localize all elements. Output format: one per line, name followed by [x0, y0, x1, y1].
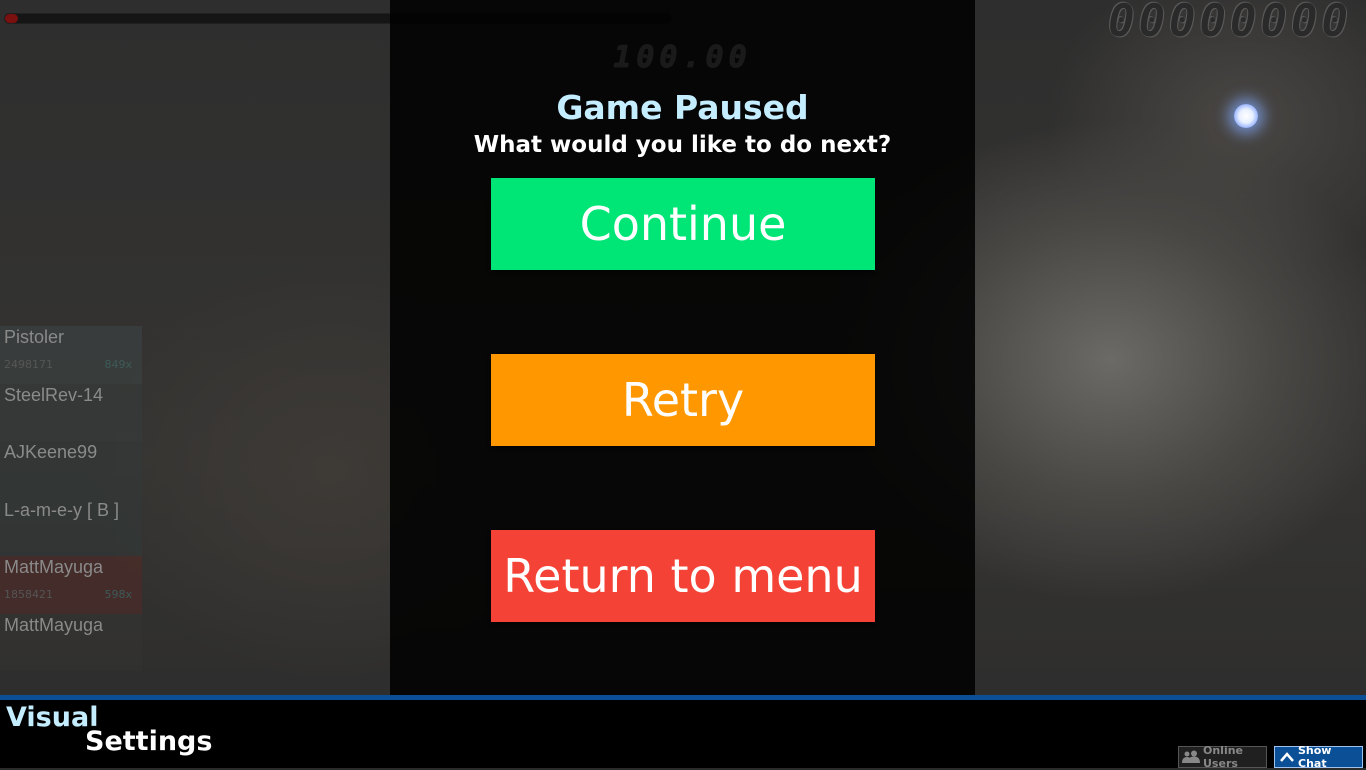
leaderboard: Pistoler 2498171 849x SteelRev-14 AJKeene…	[0, 326, 142, 671]
leaderboard-entry: Pistoler 2498171 849x	[0, 326, 142, 384]
show-chat-button[interactable]: Show Chat	[1274, 744, 1363, 770]
leaderboard-entry: AJKeene99	[0, 441, 142, 499]
leaderboard-entry: MattMayuga 1858421 598x	[0, 556, 142, 614]
leaderboard-player-name: MattMayuga	[4, 557, 104, 577]
online-users-button[interactable]: Online Users	[1178, 744, 1267, 770]
retry-button[interactable]: Retry	[491, 354, 875, 446]
leaderboard-player-name: AJKeene99	[4, 442, 98, 462]
show-chat-label: Show Chat	[1298, 744, 1332, 770]
leaderboard-entry: L-a-m-e-y [ B ]	[0, 498, 142, 556]
pause-title: Game Paused	[556, 88, 809, 127]
leaderboard-combo: 849x	[104, 358, 132, 371]
leaderboard-entry: MattMayuga	[0, 613, 142, 671]
continue-button[interactable]: Continue	[491, 178, 875, 270]
combo-display: 100.00	[613, 40, 752, 75]
leaderboard-score: 1858421	[4, 588, 53, 601]
pause-subtitle: What would you like to do next?	[473, 132, 892, 158]
cursor-glow-icon	[1234, 104, 1258, 128]
song-progress-fill	[5, 14, 19, 23]
users-icon	[1182, 750, 1200, 764]
score-display: 00000000	[1108, 0, 1352, 47]
leaderboard-player-name: Pistoler	[4, 327, 65, 347]
return-to-menu-button[interactable]: Return to menu	[491, 530, 875, 622]
chevron-up-icon	[1280, 752, 1294, 762]
online-users-label: Online Users	[1203, 744, 1244, 770]
leaderboard-player-name: L-a-m-e-y [ B ]	[4, 499, 120, 520]
leaderboard-player-name: SteelRev-14	[4, 384, 104, 405]
leaderboard-score: 2498171	[4, 358, 53, 371]
leaderboard-combo: 598x	[104, 588, 132, 601]
leaderboard-player-name: MattMayuga	[4, 614, 104, 635]
leaderboard-entry: SteelRev-14	[0, 383, 142, 441]
visual-settings-label-settings[interactable]: Settings	[85, 726, 212, 757]
